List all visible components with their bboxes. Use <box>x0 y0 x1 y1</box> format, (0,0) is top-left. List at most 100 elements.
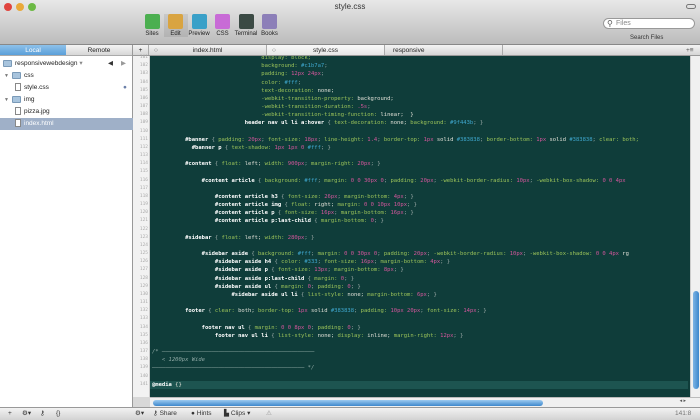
code-line[interactable]: footer { clear: both; border-top: 1px so… <box>152 307 487 315</box>
code-token: ; } <box>403 210 414 217</box>
code-line[interactable]: -webkit-transition-duration: .5s; <box>152 103 370 111</box>
code-line[interactable]: #sidebar aside p { font-size: 13px; marg… <box>152 266 404 274</box>
code-line[interactable]: color: #fff; <box>152 79 301 87</box>
code-token: ; } <box>476 308 487 315</box>
code-line[interactable]: background: #c1b7a7; <box>152 62 327 70</box>
code-line[interactable]: footer nav ul li { list-style: none; dis… <box>152 332 463 340</box>
code-token: ; } <box>403 193 414 200</box>
vertical-scrollbar[interactable] <box>690 56 700 397</box>
code-line[interactable]: #sidebar aside ul li { list-style: none;… <box>152 291 436 299</box>
toolbar-label: Preview <box>188 31 210 37</box>
code-line[interactable]: < 1200px Wide <box>152 356 205 364</box>
code-token: list-style: <box>307 291 348 298</box>
code-line[interactable]: footer nav ul { margin: 0 0 8px 0; paddi… <box>152 324 361 332</box>
toolbar-css-button[interactable]: CSS <box>211 14 235 37</box>
code-line[interactable]: #content { float: left; width: 900px; ma… <box>152 160 380 168</box>
clips-button[interactable]: ▙ Clips ▾ <box>224 408 250 420</box>
code-line[interactable]: header nav ul li a:hover { text-decorati… <box>152 119 483 127</box>
file-tree-item[interactable]: index.html <box>0 118 133 130</box>
gear-icon[interactable]: ⚙▾ <box>135 408 144 420</box>
forward-arrow-icon[interactable]: ▶ <box>121 58 126 70</box>
tab-style-css[interactable]: ○ style.css <box>267 45 385 55</box>
scroll-arrows[interactable]: ◂ ▸ <box>680 398 686 404</box>
code-line[interactable]: #content article p { font-size: 16px; ma… <box>152 209 414 217</box>
code-line[interactable]: /* ─────────────────────────────────────… <box>152 348 314 356</box>
key-icon[interactable]: ⚷ <box>40 408 45 420</box>
code-token: { <box>297 291 308 298</box>
site-path-selector[interactable]: responsivewebdesign ▾ ◀ ▶ <box>0 58 133 70</box>
gear-icon[interactable]: ⚙▾ <box>22 408 31 420</box>
code-token: rg <box>619 251 629 258</box>
warning-icon[interactable]: ⚠ <box>266 408 272 420</box>
toolbar-sites-button[interactable]: Sites <box>140 14 164 37</box>
line-number: 118 <box>139 193 148 199</box>
code-token: { <box>248 251 258 258</box>
file-icon <box>15 107 21 116</box>
toolbar-books-button[interactable]: Books <box>258 14 282 37</box>
code-line[interactable]: #banner p { text-shadow: 1px 1px 0 #fff;… <box>152 144 331 152</box>
code-token: #fff <box>297 251 311 258</box>
tab-remote[interactable]: Remote <box>66 45 132 55</box>
code-token: #content article h3 <box>152 193 278 200</box>
add-icon[interactable]: + <box>8 408 12 420</box>
code-line[interactable]: ────────────────────────────────────────… <box>152 364 314 372</box>
code-token: { <box>211 161 222 168</box>
code-line[interactable]: padding: 12px 24px; <box>152 70 324 78</box>
code-token: border-bottom: <box>486 136 537 143</box>
code-token: ; <box>297 79 302 86</box>
file-tree-label: style.css <box>24 84 49 91</box>
scroll-thumb[interactable] <box>693 291 699 389</box>
file-tree-item[interactable]: ▼ img <box>0 94 133 106</box>
toolbar-edit-button[interactable]: Edit <box>163 14 188 37</box>
code-line[interactable]: #content article { background: #fff; mar… <box>152 177 626 185</box>
code-line[interactable]: #sidebar aside ul { margin: 0; padding: … <box>152 283 361 291</box>
code-token: { <box>208 136 219 143</box>
line-number: 120 <box>139 210 148 216</box>
code-line[interactable]: #sidebar aside h4 { color: #333; font-si… <box>152 258 450 266</box>
file-tree-item[interactable]: pizza.jpg <box>0 106 133 118</box>
code-token: background: <box>257 251 298 258</box>
share-button[interactable]: ⚷ Share <box>153 408 177 420</box>
code-line[interactable]: #content article h3 { font-size: 26px; m… <box>152 193 414 201</box>
hints-button[interactable]: ● Hints <box>191 408 212 420</box>
file-tree-item[interactable]: style.css ● <box>0 82 133 94</box>
code-line[interactable]: text-decoration: none; <box>152 87 334 95</box>
braces-icon[interactable]: {} <box>56 408 60 420</box>
hints-label: Hints <box>196 410 212 417</box>
horizontal-scrollbar[interactable]: ◂ ▸ <box>150 397 700 407</box>
tab-local[interactable]: Local <box>0 45 66 55</box>
code-line[interactable]: #content article p:last-child { margin-b… <box>152 217 384 225</box>
code-token: font-size: <box>277 267 315 274</box>
file-tree-item[interactable]: ▼ css <box>0 70 133 82</box>
scroll-thumb[interactable] <box>153 400 543 406</box>
code-token: 16px <box>320 210 335 217</box>
code-line[interactable]: #banner { padding: 20px; font-size: 18px… <box>152 136 639 144</box>
code-line[interactable]: -webkit-transition-property: background; <box>152 95 393 103</box>
disclosure-triangle-icon[interactable]: ▼ <box>4 94 12 106</box>
code-line[interactable]: -webkit-transition-timing-function: line… <box>152 111 413 119</box>
code-token: background: <box>264 177 305 184</box>
code-line[interactable]: #sidebar aside p:last-child { margin: 0;… <box>152 275 354 283</box>
toolbar-preview-button[interactable]: Preview <box>187 14 211 37</box>
tab-index-html[interactable]: ○ index.html <box>149 45 267 55</box>
code-line[interactable]: #sidebar aside { background: #fff; margi… <box>152 250 629 258</box>
back-arrow-icon[interactable]: ◀ <box>108 58 113 70</box>
code-line[interactable]: #sidebar { float: left; width: 280px; } <box>152 234 314 242</box>
code-token: margin-right: <box>310 161 358 168</box>
tab-list-icon[interactable]: +≡ <box>686 45 700 55</box>
code-line[interactable]: #content article img { float: right; mar… <box>152 201 417 209</box>
line-number: 106 <box>139 95 148 101</box>
code-token: ; } <box>350 283 361 290</box>
toolbar-terminal-button[interactable]: Terminal <box>234 14 258 37</box>
code-editor[interactable]: display: block; background: #c1b7a7; pad… <box>150 56 690 397</box>
search-files-input[interactable]: ⚲ Files <box>603 18 695 29</box>
code-token: background: <box>410 120 451 127</box>
code-line[interactable]: @media {} <box>150 380 688 389</box>
disclosure-triangle-icon[interactable]: ▼ <box>4 70 12 82</box>
tab-responsive[interactable]: responsive <box>385 45 503 55</box>
toolbar-toggle-button[interactable] <box>686 4 696 9</box>
code-token: #sidebar aside p <box>152 267 268 274</box>
line-number: 129 <box>139 283 148 289</box>
code-token: margin: <box>324 177 351 184</box>
code-token: ; } <box>407 202 417 209</box>
